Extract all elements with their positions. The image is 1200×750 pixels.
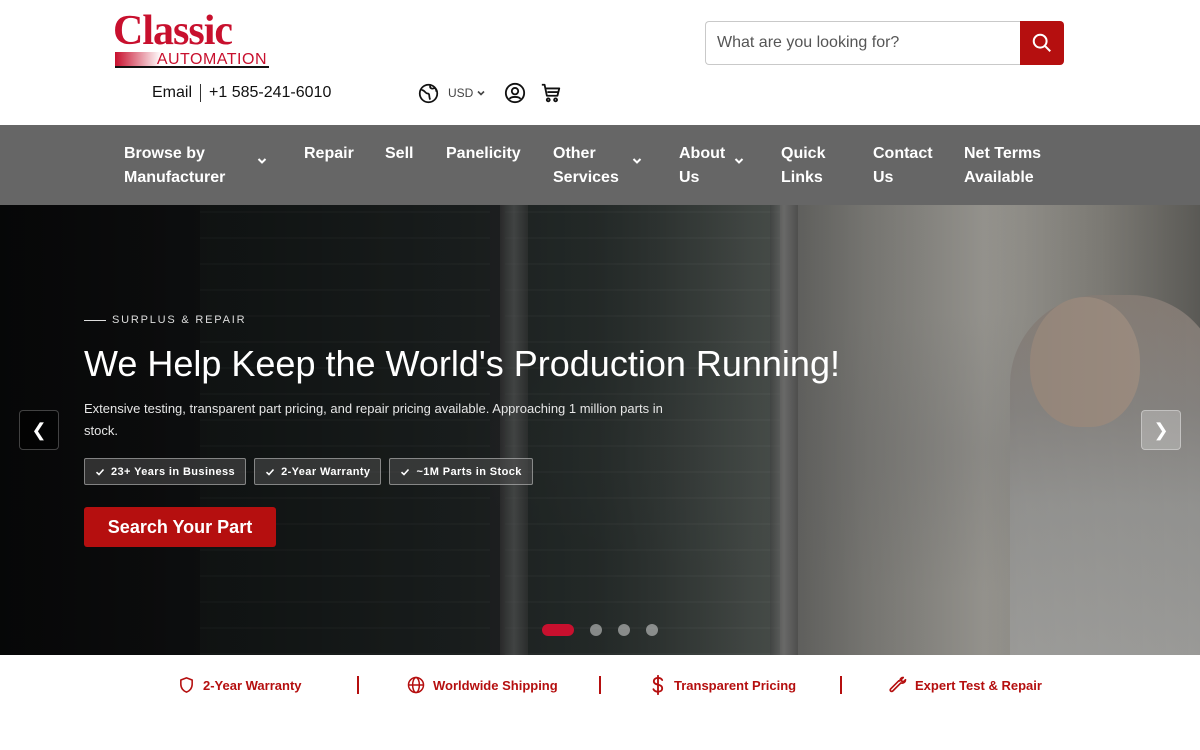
email-link[interactable]: Email	[152, 84, 192, 102]
nav-label: Other Services	[553, 145, 619, 186]
globe-icon[interactable]	[417, 82, 439, 104]
site-header: Classic AUTOMATION Email +1 585-241-6010…	[0, 0, 1200, 125]
nav-label: Sell	[385, 145, 414, 162]
search-icon	[1032, 33, 1051, 52]
check-icon	[266, 468, 275, 476]
feature-repair: Expert Test & Repair	[889, 675, 1042, 695]
feature-divider	[840, 676, 842, 694]
hero-eyebrow: SURPLUS & REPAIR	[84, 314, 246, 326]
nav-panelicity[interactable]: Panelicity	[446, 142, 521, 166]
nav-other-services[interactable]: Other Services	[553, 142, 645, 190]
badge-label: 2-Year Warranty	[281, 465, 371, 478]
nav-label: Panelicity	[446, 145, 521, 162]
feature-label: Expert Test & Repair	[915, 677, 1042, 693]
nav-label: Contact Us	[873, 145, 933, 186]
globe-icon	[407, 676, 425, 694]
nav-contact-us[interactable]: Contact Us	[873, 142, 933, 190]
badge-warranty: 2-Year Warranty	[254, 458, 382, 485]
carousel-dot-4[interactable]	[646, 624, 658, 636]
search-your-part-button[interactable]: Search Your Part	[84, 507, 276, 547]
feature-divider	[599, 676, 601, 694]
hero-subtext: Extensive testing, transparent part pric…	[84, 401, 663, 438]
shield-icon	[180, 677, 193, 693]
currency-selector[interactable]: USD	[448, 86, 486, 100]
account-icon[interactable]	[504, 82, 526, 104]
eyebrow-line	[84, 319, 106, 321]
chevron-down-icon	[632, 158, 642, 164]
carousel-dots	[542, 624, 674, 636]
chevron-down-icon	[734, 158, 744, 164]
badge-parts: ~1M Parts in Stock	[389, 458, 533, 485]
carousel-next-button[interactable]: ❯	[1141, 410, 1181, 450]
feature-divider	[357, 676, 359, 694]
nav-net-terms[interactable]: Net Terms Available	[964, 142, 1041, 190]
logo-wordmark-top: Classic	[113, 8, 233, 54]
dollar-icon	[652, 675, 664, 695]
nav-label: Quick Links	[781, 145, 826, 186]
currency-value: USD	[448, 86, 474, 100]
carousel-dot-2[interactable]	[590, 624, 602, 636]
carousel-prev-button[interactable]: ❮	[19, 410, 59, 450]
header-tools: USD	[417, 81, 562, 105]
feature-label: Transparent Pricing	[674, 677, 797, 693]
nav-about-us[interactable]: About Us	[679, 142, 747, 190]
chevron-down-icon	[477, 90, 485, 96]
nav-repair[interactable]: Repair	[304, 142, 354, 166]
logo-wordmark-bottom: AUTOMATION	[156, 51, 267, 68]
badge-years: 23+ Years in Business	[84, 458, 247, 485]
feature-warranty: 2-Year Warranty	[178, 675, 302, 695]
nav-quick-links[interactable]: Quick Links	[781, 142, 825, 190]
wrench-icon	[889, 676, 907, 693]
badge-label: 23+ Years in Business	[111, 465, 236, 478]
eyebrow-text: SURPLUS & REPAIR	[112, 314, 247, 326]
site-logo[interactable]: Classic AUTOMATION	[113, 10, 269, 68]
check-icon	[401, 468, 410, 476]
nav-sell[interactable]: Sell	[385, 142, 413, 166]
badge-label: ~1M Parts in Stock	[416, 465, 522, 478]
nav-label: Net Terms Available	[964, 145, 1042, 186]
check-icon	[95, 468, 105, 476]
search-button[interactable]	[1020, 21, 1064, 65]
feature-pricing: Transparent Pricing	[650, 675, 796, 695]
main-nav: Browse by Manufacturer Repair Sell Paneli…	[0, 125, 1200, 205]
contact-divider	[200, 84, 202, 102]
carousel-dot-3[interactable]	[618, 624, 630, 636]
features-strip: 2-Year Warranty Worldwide Shipping Trans…	[0, 655, 1200, 750]
hero-carousel: SURPLUS & REPAIR We Help Keep the World'…	[0, 205, 1200, 655]
search-input[interactable]	[705, 21, 1020, 65]
nav-label: Repair	[304, 145, 354, 162]
hero-badges: 23+ Years in Business 2-Year Warranty ~1…	[84, 458, 541, 485]
phone-link[interactable]: +1 585-241-6010	[209, 84, 331, 102]
contact-row: Email +1 585-241-6010	[152, 82, 331, 104]
feature-shipping: Worldwide Shipping	[407, 675, 558, 695]
carousel-dot-1[interactable]	[542, 624, 574, 636]
feature-label: 2-Year Warranty	[203, 677, 302, 693]
chevron-down-icon	[257, 158, 267, 164]
nav-browse-by-manufacturer[interactable]: Browse by Manufacturer	[124, 142, 270, 190]
search-bar	[705, 21, 1064, 65]
cart-icon[interactable]	[540, 82, 562, 104]
hero-headline: We Help Keep the World's Production Runn…	[84, 343, 840, 384]
feature-label: Worldwide Shipping	[433, 677, 558, 693]
nav-label: Browse by Manufacturer	[124, 145, 226, 186]
nav-label: About Us	[679, 145, 726, 186]
